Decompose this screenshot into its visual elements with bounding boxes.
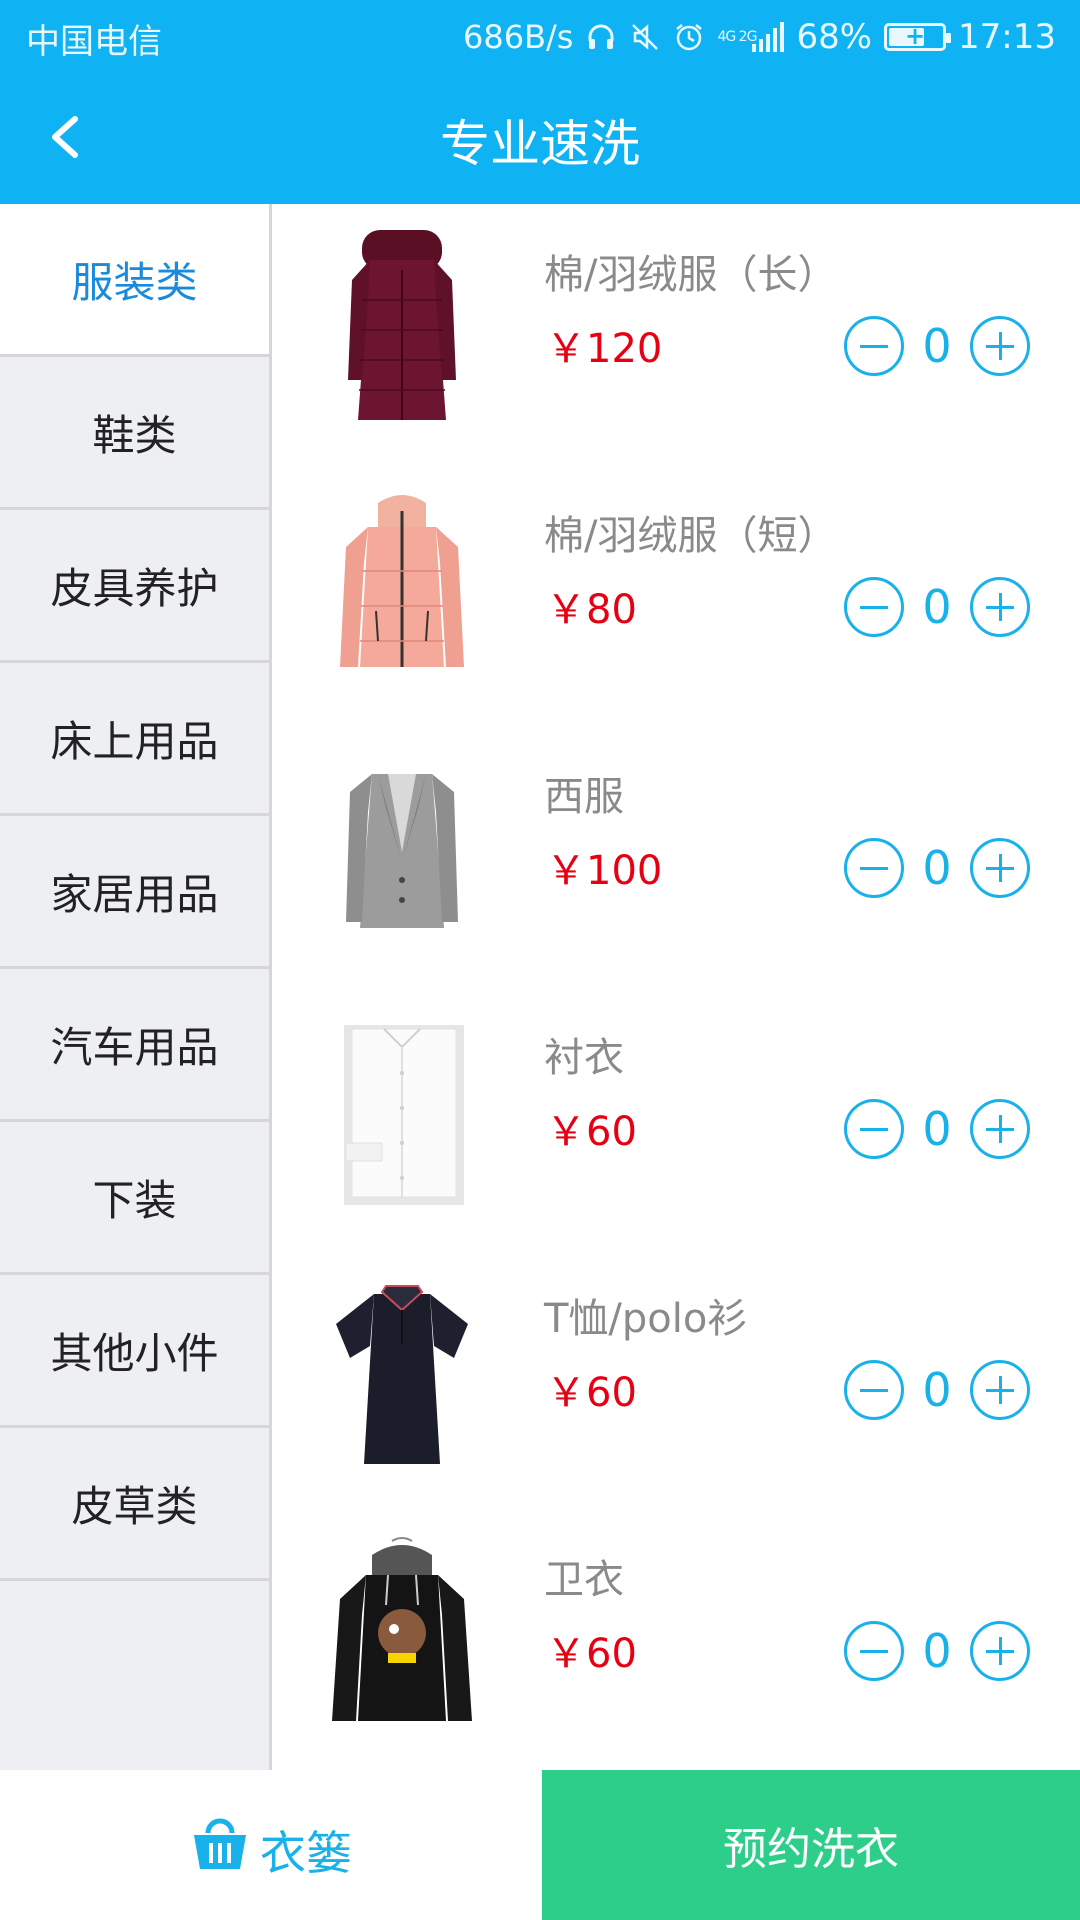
polo-shirt-image	[322, 1274, 482, 1474]
product-row: 卫衣 ￥60 0	[272, 1509, 1080, 1770]
minus-icon[interactable]	[844, 577, 904, 637]
signal-icon: 4G 2G	[717, 22, 785, 52]
plus-icon[interactable]	[970, 1360, 1030, 1420]
mute-icon	[629, 21, 661, 53]
bottom-bar: 衣篓 预约洗衣	[0, 1770, 1080, 1920]
minus-icon[interactable]	[844, 316, 904, 376]
product-price: ￥60	[546, 1370, 637, 1416]
shirt-image	[322, 1013, 482, 1213]
quantity-value: 0	[922, 1363, 952, 1417]
minus-icon[interactable]	[844, 1099, 904, 1159]
quantity-stepper: 0	[844, 1360, 1030, 1420]
suit-jacket-image	[322, 752, 482, 952]
status-indicators: 686B/s 4G 2G 68% + 17:13	[463, 12, 1056, 62]
sidebar-item-6[interactable]: 下装	[0, 1122, 269, 1275]
quantity-value: 0	[922, 1624, 952, 1678]
product-name: 西服	[544, 774, 624, 820]
product-name: 棉/羽绒服（短）	[544, 513, 838, 559]
title-bar: 专业速洗	[0, 74, 1080, 204]
product-row: T恤/polo衫 ￥60 0	[272, 1248, 1080, 1509]
quantity-value: 0	[922, 841, 952, 895]
product-name: 卫衣	[544, 1557, 624, 1603]
basket-label: 衣篓	[260, 1826, 352, 1880]
battery-percent: 68%	[796, 17, 873, 57]
sidebar-item-7[interactable]: 其他小件	[0, 1275, 269, 1428]
network-type: 4G 2G	[717, 29, 757, 45]
plus-icon[interactable]	[970, 838, 1030, 898]
quantity-stepper: 0	[844, 577, 1030, 637]
clock: 17:13	[958, 17, 1056, 57]
product-list: 棉/羽绒服（长） ￥120 0 棉/羽绒服（短） ￥80 0 西服 ￥100 0 衬衣 ￥60 0 T恤…	[272, 204, 1080, 1770]
product-name: T恤/polo衫	[544, 1296, 748, 1342]
quantity-value: 0	[922, 319, 952, 373]
net-speed: 686B/s	[462, 18, 574, 56]
quantity-stepper: 0	[844, 316, 1030, 376]
plus-icon[interactable]	[970, 577, 1030, 637]
product-row: 棉/羽绒服（短） ￥80 0	[272, 465, 1080, 726]
basket-button[interactable]: 衣篓	[0, 1770, 542, 1920]
plus-icon[interactable]	[970, 316, 1030, 376]
long-down-coat-image	[322, 230, 482, 430]
status-bar: 中国电信 686B/s 4G 2G 68% + 17:13	[0, 0, 1080, 74]
quantity-stepper: 0	[844, 1099, 1030, 1159]
book-laundry-button[interactable]: 预约洗衣	[542, 1770, 1080, 1920]
hoodie-image	[322, 1535, 482, 1735]
sidebar-item-3[interactable]: 床上用品	[0, 663, 269, 816]
quantity-value: 0	[922, 1102, 952, 1156]
alarm-icon	[673, 21, 705, 53]
minus-icon[interactable]	[844, 1360, 904, 1420]
short-down-jacket-image	[322, 491, 482, 691]
plus-icon[interactable]	[970, 1621, 1030, 1681]
battery-icon: +	[884, 22, 952, 51]
minus-icon[interactable]	[844, 838, 904, 898]
product-name: 衬衣	[544, 1035, 624, 1081]
headphones-icon	[585, 21, 617, 53]
signal-bars	[752, 22, 785, 52]
minus-icon[interactable]	[844, 1621, 904, 1681]
product-row: 西服 ￥100 0	[272, 726, 1080, 987]
basket-icon	[194, 1818, 246, 1869]
page-title: 专业速洗	[440, 115, 640, 173]
product-price: ￥100	[546, 848, 663, 894]
carrier-name: 中国电信	[26, 22, 162, 62]
sidebar-item-1[interactable]: 鞋类	[0, 357, 269, 510]
quantity-value: 0	[922, 580, 952, 634]
product-row: 棉/羽绒服（长） ￥120 0	[272, 204, 1080, 465]
top-bar: 中国电信 686B/s 4G 2G 68% + 17:13 专业速洗	[0, 0, 1080, 204]
product-price: ￥120	[546, 326, 663, 372]
plus-icon[interactable]	[970, 1099, 1030, 1159]
product-price: ￥60	[546, 1109, 637, 1155]
product-name: 棉/羽绒服（长）	[544, 252, 838, 298]
product-row: 衬衣 ￥60 0	[272, 987, 1080, 1248]
product-price: ￥60	[546, 1631, 637, 1677]
sidebar-item-8[interactable]: 皮草类	[0, 1428, 269, 1581]
quantity-stepper: 0	[844, 838, 1030, 898]
product-price: ￥80	[546, 587, 637, 633]
sidebar-item-0[interactable]: 服装类	[0, 204, 269, 357]
quantity-stepper: 0	[844, 1621, 1030, 1681]
sidebar-item-2[interactable]: 皮具养护	[0, 510, 269, 663]
sidebar-item-5[interactable]: 汽车用品	[0, 969, 269, 1122]
sidebar-item-4[interactable]: 家居用品	[0, 816, 269, 969]
category-sidebar: 服装类 鞋类 皮具养护 床上用品 家居用品 汽车用品 下装 其他小件 皮草类	[0, 204, 272, 1770]
